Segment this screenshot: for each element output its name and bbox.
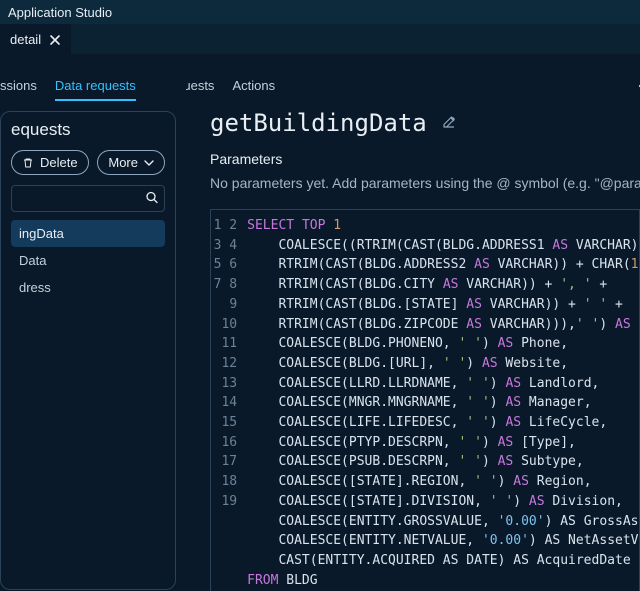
window-titlebar: Application Studio	[0, 0, 640, 24]
list-item[interactable]: Data	[11, 247, 165, 274]
search-icon	[145, 190, 159, 207]
editor-gutter: 1 2 3 4 5 6 7 8 9 10 11 12 13 14 15 16 1…	[211, 216, 247, 590]
requests-panel: equests Delete More	[0, 111, 176, 590]
sub-tabs-right: API requests Actions	[186, 78, 640, 109]
tab-detail[interactable]: detail	[0, 24, 71, 54]
delete-button[interactable]: Delete	[11, 150, 89, 175]
more-button[interactable]: More	[97, 150, 165, 175]
tab-label: detail	[10, 32, 41, 47]
delete-label: Delete	[40, 155, 78, 170]
close-icon[interactable]	[49, 34, 61, 46]
page-title: getBuildingData	[210, 109, 427, 137]
tabbar: detail	[0, 24, 640, 54]
sidebar: ssions Data requests API requests equest…	[0, 78, 186, 591]
app-title: Application Studio	[8, 5, 112, 20]
sub-tabs: ssions Data requests API requests	[0, 78, 142, 111]
search-input[interactable]	[11, 185, 165, 212]
panel-title: equests	[11, 120, 165, 140]
chevron-down-icon	[144, 158, 154, 168]
more-label: More	[108, 155, 138, 170]
list-item[interactable]: dress	[11, 274, 165, 301]
list-item[interactable]: ingData	[11, 220, 165, 247]
tab-api-requests[interactable]: API requests	[186, 78, 214, 99]
content-area: API requests Actions getBuildingData Par…	[186, 78, 640, 591]
tab-data-requests[interactable]: Data requests	[55, 78, 136, 101]
sql-editor[interactable]: 1 2 3 4 5 6 7 8 9 10 11 12 13 14 15 16 1…	[210, 209, 640, 591]
requests-list: ingData Data dress	[11, 220, 165, 301]
parameters-hint: No parameters yet. Add parameters using …	[210, 175, 640, 191]
tab-actions[interactable]: Actions	[232, 78, 275, 99]
parameters-label: Parameters	[210, 151, 640, 167]
back-arrow-icon[interactable]	[634, 78, 640, 94]
edit-icon[interactable]	[441, 115, 457, 131]
editor-code[interactable]: SELECT TOP 1 COALESCE((RTRIM(CAST(BLDG.A…	[247, 216, 639, 590]
trash-icon	[22, 157, 34, 169]
tab-sessions[interactable]: ssions	[0, 78, 37, 101]
